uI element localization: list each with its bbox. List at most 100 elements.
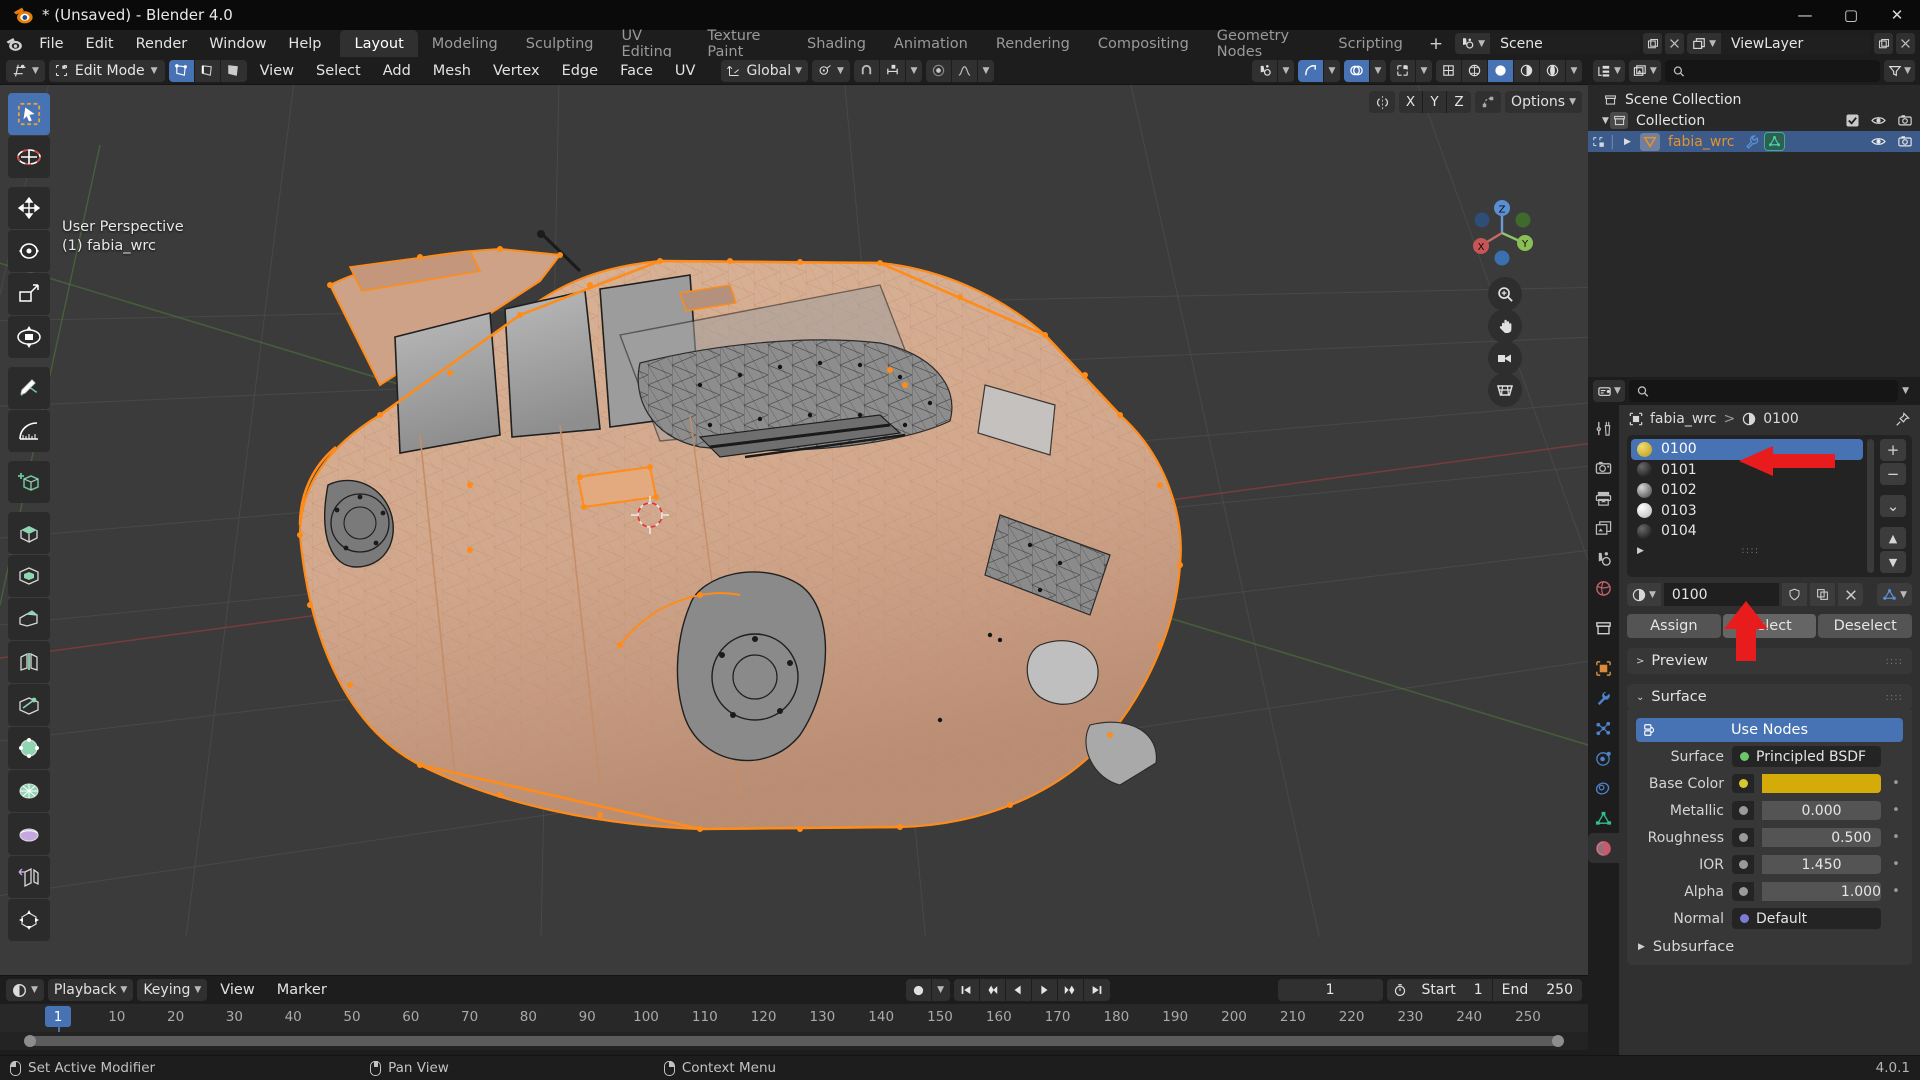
outliner-display-mode-icon[interactable]: ▼	[1628, 60, 1661, 82]
camera-view-icon[interactable]	[1488, 341, 1522, 375]
material-slot-list[interactable]: 0100 0101 0102 0103 0104 ▶:::: + − ⌄ ▲ …	[1627, 435, 1912, 577]
tab-collection[interactable]	[1588, 613, 1619, 643]
tool-move[interactable]	[8, 187, 50, 229]
mirror-axis-y[interactable]: Y	[1423, 91, 1448, 113]
tab-modeling[interactable]: Modeling	[418, 30, 512, 57]
material-slot-row[interactable]: 0101	[1631, 460, 1863, 481]
tab-physics[interactable]	[1588, 743, 1619, 773]
editor-type-selector[interactable]: ▼	[6, 59, 45, 82]
animate-property-dot[interactable]: •	[1889, 857, 1903, 872]
surface-shader-field[interactable]: Principled BSDF	[1732, 746, 1881, 767]
tab-scripting[interactable]: Scripting	[1324, 30, 1416, 57]
disable-in-renders-icon[interactable]	[1898, 114, 1912, 127]
zoom-view-icon[interactable]	[1488, 277, 1522, 311]
tab-world[interactable]	[1588, 573, 1619, 603]
roughness-slider[interactable]: 0.500	[1762, 828, 1881, 847]
properties-search[interactable]	[1628, 380, 1899, 402]
outliner-filter-icon[interactable]: ▼	[1884, 60, 1915, 82]
proportional-falloff-icon[interactable]	[951, 59, 978, 82]
xray-chevron-icon[interactable]: ▼	[1416, 59, 1432, 82]
end-frame-value[interactable]: 250	[1537, 982, 1582, 998]
tool-transform[interactable]	[8, 316, 50, 358]
mirror-x-icon[interactable]	[1369, 91, 1396, 113]
mirror-axis-z[interactable]: Z	[1447, 91, 1472, 113]
tool-edge-slide[interactable]	[8, 856, 50, 898]
auto-keyframe-icon[interactable]	[905, 979, 932, 1001]
viewport-menu-mesh[interactable]: Mesh	[424, 60, 480, 82]
list-resize-grip[interactable]: ::::	[1741, 546, 1759, 556]
falloff-dropdown-chevron-icon[interactable]: ▼	[977, 59, 994, 82]
normal-field[interactable]: Default	[1732, 908, 1881, 929]
viewlayer-name-field[interactable]: ViewLayer	[1721, 33, 1871, 54]
navigation-gizmo[interactable]: Z X Y	[1466, 197, 1538, 269]
show-overlays-icon[interactable]	[1344, 59, 1370, 82]
play-reverse-button[interactable]	[1005, 979, 1032, 1001]
tool-spin[interactable]	[8, 770, 50, 812]
expand-list-triangle-icon[interactable]: ▶	[1637, 546, 1644, 556]
start-frame-value[interactable]: 1	[1465, 982, 1492, 998]
timeline-playhead[interactable]: 1	[45, 1006, 71, 1027]
tab-geometry-nodes[interactable]: Geometry Nodes	[1203, 28, 1325, 60]
material-list-scrollbar[interactable]	[1867, 439, 1874, 573]
jump-to-end-button[interactable]	[1083, 979, 1110, 1001]
viewport-menu-view[interactable]: View	[251, 60, 303, 82]
timeline-scrollbar-area[interactable]	[0, 1032, 1588, 1050]
tab-tool[interactable]	[1588, 413, 1619, 443]
viewport-menu-edge[interactable]: Edge	[553, 60, 608, 82]
visibility-chevron-icon[interactable]: ▼	[1278, 59, 1294, 82]
scene-selector[interactable]: ▼ Scene	[1455, 33, 1641, 54]
current-frame-field[interactable]: 1	[1277, 979, 1383, 1001]
tool-smooth[interactable]	[8, 813, 50, 855]
tool-loop-cut[interactable]	[8, 641, 50, 683]
animate-property-dot[interactable]: •	[1889, 776, 1903, 791]
ior-slider[interactable]: 1.450	[1762, 855, 1881, 874]
edge-select-mode-icon[interactable]	[194, 59, 221, 82]
viewport-menu-add[interactable]: Add	[374, 60, 420, 82]
base-color-swatch[interactable]	[1762, 774, 1881, 793]
interaction-mode-selector[interactable]: Edit Mode ▼	[48, 59, 165, 82]
metallic-socket[interactable]	[1732, 801, 1754, 820]
tab-particles[interactable]	[1588, 713, 1619, 743]
scene-name-field[interactable]: Scene	[1490, 33, 1641, 54]
tab-animation[interactable]: Animation	[880, 30, 982, 57]
base-color-socket[interactable]	[1732, 774, 1754, 793]
material-slot-row[interactable]: 0102	[1631, 480, 1863, 501]
gizmo-chevron-icon[interactable]: ▼	[1324, 59, 1340, 82]
outliner-row-collection[interactable]: ▼ Collection	[1588, 110, 1920, 131]
new-viewlayer-icon[interactable]	[1874, 33, 1893, 54]
assign-button[interactable]: Assign	[1627, 614, 1721, 638]
toggle-xray-icon[interactable]	[1390, 59, 1416, 82]
roughness-socket[interactable]	[1732, 828, 1754, 847]
viewlayer-selector[interactable]: ▼ ViewLayer	[1687, 33, 1871, 54]
mesh-data-icon[interactable]	[1764, 132, 1786, 151]
outliner-search-input[interactable]	[1690, 63, 1873, 79]
menu-edit[interactable]: Edit	[75, 30, 125, 57]
properties-search-input[interactable]	[1655, 383, 1891, 399]
browse-material-button[interactable]: ▼	[1627, 583, 1661, 606]
viewlayer-browse-icon[interactable]: ▼	[1687, 33, 1721, 54]
menu-window[interactable]: Window	[198, 30, 277, 57]
material-slot-row[interactable]: 0103	[1631, 501, 1863, 522]
solid-shading-icon[interactable]	[1462, 59, 1488, 82]
object-visibility-icon[interactable]	[1252, 59, 1278, 82]
metallic-slider[interactable]: 0.000	[1762, 801, 1881, 820]
duplicate-material-button[interactable]	[1810, 583, 1836, 606]
tab-material[interactable]	[1588, 833, 1619, 863]
tab-object[interactable]	[1588, 653, 1619, 683]
select-button[interactable]: Select	[1722, 614, 1817, 638]
jump-to-start-button[interactable]	[953, 979, 980, 1001]
delete-scene-icon[interactable]	[1665, 33, 1685, 54]
material-slot-row[interactable]: 0104	[1631, 521, 1863, 542]
menu-help[interactable]: Help	[277, 30, 332, 57]
tool-rotate[interactable]	[8, 230, 50, 272]
tool-tweak[interactable]	[8, 93, 50, 135]
timeline-scroll-knob-left[interactable]	[24, 1035, 36, 1047]
show-gizmo-icon[interactable]	[1298, 59, 1324, 82]
disable-in-renders-icon[interactable]	[1898, 135, 1912, 148]
tool-knife[interactable]	[8, 684, 50, 726]
minimize-button[interactable]: —	[1782, 0, 1828, 30]
breadcrumb-object[interactable]: fabia_wrc	[1650, 411, 1716, 427]
delete-viewlayer-icon[interactable]	[1896, 33, 1915, 54]
snap-pivot-selector[interactable]: ▼	[812, 59, 850, 82]
outliner-row-scene-collection[interactable]: Scene Collection	[1588, 89, 1920, 110]
